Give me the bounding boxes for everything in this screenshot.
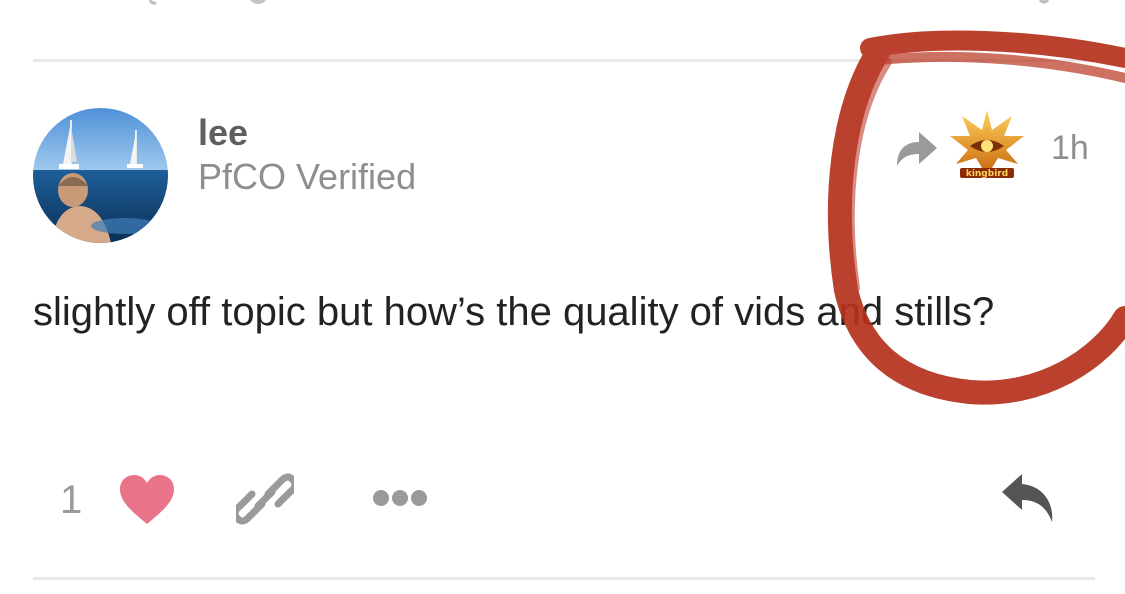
post-date[interactable]: 1h — [1051, 129, 1089, 168]
avatar-photo — [33, 108, 168, 243]
reply-to-avatar[interactable]: kingbird — [946, 106, 1028, 188]
like-count[interactable]: 1 — [60, 478, 82, 523]
post-divider-bottom — [33, 577, 1095, 580]
heart-icon[interactable] — [118, 474, 176, 526]
user-title: PfCO Verified — [198, 156, 417, 197]
post-body: slightly off topic but how’s the quality… — [33, 290, 995, 334]
link-icon[interactable] — [236, 470, 294, 528]
previous-post-partial — [148, 0, 1050, 5]
post: lee PfCO Verified kingbird 1h slightly o… — [0, 62, 1125, 577]
username[interactable]: lee — [198, 112, 248, 154]
more-horizontal-icon[interactable] — [372, 486, 428, 510]
user-avatar[interactable] — [33, 108, 168, 243]
kingbird-logo-text: kingbird — [966, 169, 1008, 179]
kingbird-logo-icon: kingbird — [950, 110, 1024, 179]
reply-to-arrow-icon[interactable] — [893, 128, 939, 168]
reply-icon[interactable] — [1000, 472, 1058, 524]
